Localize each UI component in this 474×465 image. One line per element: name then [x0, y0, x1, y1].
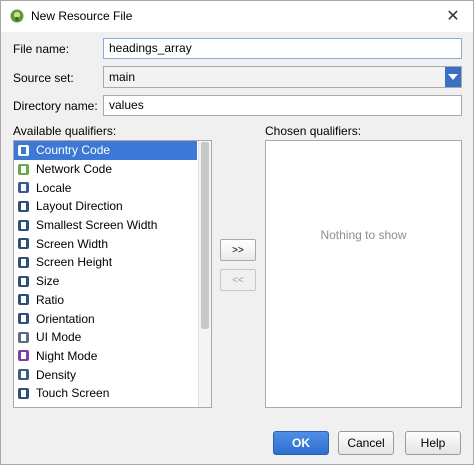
qualifier-label: Ratio	[36, 292, 65, 307]
directory-name-field[interactable]: values	[103, 95, 462, 116]
new-resource-file-dialog: New Resource File ✕ File name: headings_…	[0, 0, 474, 465]
chevron-down-icon[interactable]	[445, 67, 461, 87]
list-item[interactable]: Touch Screen	[14, 384, 211, 403]
layout-direction-icon	[17, 200, 30, 213]
scrollbar[interactable]	[198, 141, 211, 407]
qualifier-label: UI Mode	[36, 330, 82, 345]
qualifier-label: Size	[36, 274, 60, 289]
help-button[interactable]: Help	[405, 431, 461, 455]
directory-name-label: Directory name:	[13, 99, 98, 113]
list-item[interactable]: Network Code	[14, 160, 211, 179]
ui-mode-icon	[17, 331, 30, 344]
network-code-icon	[17, 163, 30, 176]
list-item[interactable]: Screen Height	[14, 253, 211, 272]
list-item[interactable]: Layout Direction	[14, 197, 211, 216]
available-qualifiers-label: Available qualifiers:	[13, 124, 117, 138]
list-item[interactable]: Screen Width	[14, 234, 211, 253]
chosen-qualifiers-label: Chosen qualifiers:	[265, 124, 362, 138]
list-item[interactable]: Ratio	[14, 291, 211, 310]
list-item[interactable]: Night Mode	[14, 347, 211, 366]
file-name-field[interactable]: headings_array	[103, 38, 462, 59]
list-item[interactable]: Country Code	[14, 141, 197, 160]
list-item[interactable]: Orientation	[14, 309, 211, 328]
screen-height-icon	[17, 256, 30, 269]
smallest-screen-width-icon	[17, 219, 30, 232]
file-name-label: File name:	[13, 42, 70, 56]
qualifier-label: Density	[36, 367, 77, 382]
qualifier-label: Screen Height	[36, 255, 113, 270]
night-mode-icon	[17, 349, 30, 362]
qualifier-label: Touch Screen	[36, 386, 110, 401]
qualifier-label: Smallest Screen Width	[36, 218, 158, 233]
country-code-icon	[17, 144, 30, 157]
add-qualifier-button[interactable]: >>	[220, 239, 256, 261]
scrollbar-thumb[interactable]	[201, 142, 209, 329]
screen-width-icon	[17, 237, 30, 250]
source-set-label: Source set:	[13, 71, 74, 85]
list-item[interactable]: UI Mode	[14, 328, 211, 347]
list-item[interactable]: Locale	[14, 178, 211, 197]
title-bar: New Resource File ✕	[1, 1, 473, 32]
available-qualifiers-list[interactable]: Country Code Network Code Locale Layout Dir…	[13, 140, 212, 408]
qualifier-label: Screen Width	[36, 236, 109, 251]
cancel-button[interactable]: Cancel	[338, 431, 394, 455]
ratio-icon	[17, 293, 30, 306]
qualifier-label: Layout Direction	[36, 199, 123, 214]
source-set-dropdown[interactable]: main	[103, 66, 462, 88]
size-icon	[17, 275, 30, 288]
android-studio-icon	[10, 9, 24, 23]
qualifier-label: Country Code	[36, 143, 111, 158]
qualifier-label: Locale	[36, 180, 72, 195]
list-item[interactable]: Smallest Screen Width	[14, 216, 211, 235]
window-title: New Resource File	[31, 9, 133, 23]
remove-qualifier-button[interactable]: <<	[220, 269, 256, 291]
list-item[interactable]: Size	[14, 272, 211, 291]
list-item[interactable]: Density	[14, 365, 211, 384]
touch-screen-icon	[17, 387, 30, 400]
close-icon: ✕	[446, 8, 460, 25]
chosen-qualifiers-list[interactable]: Nothing to show	[265, 140, 462, 408]
close-button[interactable]: ✕	[437, 3, 469, 29]
locale-globe-icon	[17, 181, 30, 194]
qualifier-label: Night Mode	[36, 348, 98, 363]
qualifier-label: Orientation	[36, 311, 95, 326]
ok-button[interactable]: OK	[273, 431, 329, 455]
orientation-icon	[17, 312, 30, 325]
qualifier-label: Network Code	[36, 162, 113, 177]
density-icon	[17, 368, 30, 381]
source-set-value: main	[109, 70, 136, 84]
empty-state-text: Nothing to show	[320, 228, 407, 242]
